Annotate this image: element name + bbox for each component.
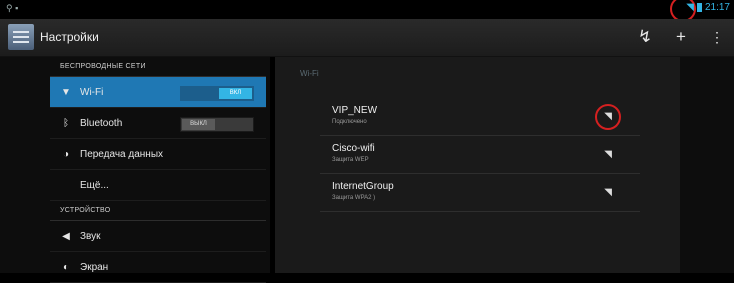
section-header-device: УСТРОЙСТВО xyxy=(50,201,266,221)
clock: 21:17 xyxy=(704,2,730,13)
wps-icon[interactable]: ↯ xyxy=(634,26,656,48)
sidebar-item-label: Звук xyxy=(80,230,101,242)
toggle-label: ВКЛ xyxy=(219,88,252,99)
network-row[interactable]: VIP_NEW Подключено ◥ xyxy=(320,99,640,136)
status-notification-icons: ⚲ ▪ xyxy=(6,3,19,13)
sidebar-item-data-usage[interactable]: ◑ Передача данных xyxy=(50,139,266,170)
sidebar-item-sound[interactable]: ◀ Звук xyxy=(50,221,266,252)
network-name: VIP_NEW xyxy=(332,105,378,116)
sidebar-item-wifi[interactable]: ▼ Wi-Fi ВКЛ xyxy=(50,77,266,108)
sidebar-item-label: Экран xyxy=(80,261,109,273)
battery-icon xyxy=(696,3,702,12)
page-title: Настройки xyxy=(40,30,99,44)
action-bar: Настройки ↯ + ⋮ xyxy=(0,19,734,57)
sidebar-item-label: Wi-Fi xyxy=(80,86,104,98)
add-network-icon[interactable]: + xyxy=(670,26,692,48)
network-name: InternetGroup xyxy=(332,181,394,192)
sidebar-item-label: Bluetooth xyxy=(80,117,123,129)
sidebar-item-label: Ещё... xyxy=(80,179,109,191)
network-name: Cisco-wifi xyxy=(332,143,375,154)
network-status: Защита WEP xyxy=(332,157,369,163)
wifi-status-icon: ◥ xyxy=(686,2,694,13)
network-status: Защита WPA2 ) xyxy=(332,195,376,201)
section-header-wireless: БЕСПРОВОДНЫЕ СЕТИ xyxy=(50,57,266,77)
toggle-label: ВЫКЛ xyxy=(182,119,215,130)
wifi-icon: ▼ xyxy=(61,86,71,98)
data-usage-icon: ◑ xyxy=(62,148,70,160)
sidebar-item-more[interactable]: Ещё... xyxy=(50,170,266,201)
settings-sidebar: БЕСПРОВОДНЫЕ СЕТИ ▼ Wi-Fi ВКЛ ᛒ Bluetoot… xyxy=(0,57,270,283)
sidebar-item-bluetooth[interactable]: ᛒ Bluetooth ВЫКЛ xyxy=(50,108,266,139)
wifi-panel: Wi-Fi VIP_NEW Подключено ◥ Cisco-wifi За… xyxy=(275,57,680,273)
bluetooth-icon: ᛒ xyxy=(63,117,69,129)
display-icon: ◐ xyxy=(62,261,70,273)
bluetooth-toggle[interactable]: ВЫКЛ xyxy=(180,117,254,132)
overflow-menu-icon[interactable]: ⋮ xyxy=(706,26,728,48)
network-row[interactable]: Cisco-wifi Защита WEP ◥ xyxy=(320,137,640,174)
network-row[interactable]: InternetGroup Защита WPA2 ) ◥ xyxy=(320,175,640,212)
network-status: Подключено xyxy=(332,119,367,125)
panel-header: Wi-Fi xyxy=(300,69,319,78)
sound-icon: ◀ xyxy=(62,230,70,242)
wifi-signal-locked-icon: ◥ xyxy=(604,187,612,198)
status-right: ◥ 21:17 xyxy=(686,2,730,13)
wifi-toggle[interactable]: ВКЛ xyxy=(180,86,254,101)
wifi-signal-locked-icon: ◥ xyxy=(604,149,612,160)
right-margin xyxy=(680,57,734,273)
sidebar-item-label: Передача данных xyxy=(80,148,164,160)
sidebar-item-display[interactable]: ◐ Экран xyxy=(50,252,266,283)
settings-app-icon[interactable] xyxy=(8,24,34,50)
status-bar: ⚲ ▪ ◥ 21:17 xyxy=(0,0,734,22)
highlight-circle xyxy=(595,104,621,130)
